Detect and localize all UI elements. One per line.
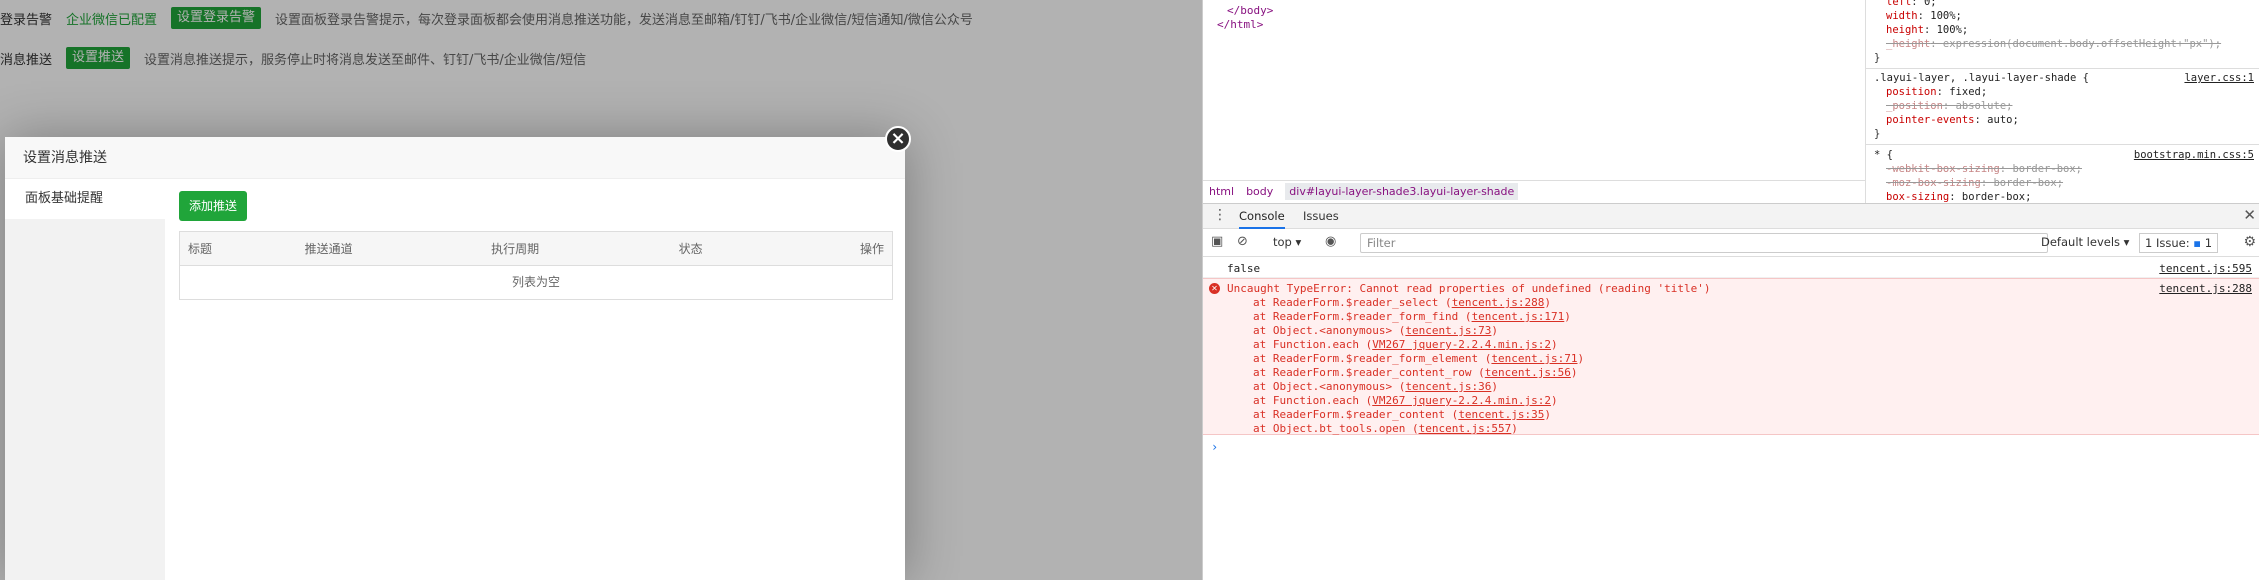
console-settings-gear-icon[interactable]: ⚙ bbox=[2243, 234, 2256, 250]
style-prop[interactable]: pointer-events: auto; bbox=[1886, 114, 2019, 126]
web-page: 登录告警 企业微信已配置 设置登录告警 设置面板登录告警提示，每次登录面板都会使… bbox=[0, 0, 1202, 580]
column-header-channel: 推送通道 bbox=[304, 242, 353, 256]
issues-counter-button[interactable]: 1 Issue: ▪ 1 bbox=[2139, 233, 2219, 253]
style-prop[interactable]: height: 100%; bbox=[1886, 24, 1968, 36]
stack-frame: at ReaderForm.$reader_form_element (tenc… bbox=[1253, 352, 1585, 365]
live-expression-eye-icon[interactable]: ◉ bbox=[1325, 235, 1336, 249]
stack-frame: at Object.<anonymous> (tencent.js:73) bbox=[1253, 324, 1499, 337]
breadcrumb-body[interactable]: body bbox=[1246, 185, 1273, 198]
table-header: 标题 推送通道 执行周期 状态 操作 bbox=[180, 232, 892, 266]
stack-frame-link[interactable]: VM267 jquery-2.2.4.min.js:2 bbox=[1372, 394, 1551, 407]
code-line-body-close[interactable]: </body> bbox=[1227, 4, 1273, 17]
style-prop[interactable]: position: fixed; bbox=[1886, 86, 1987, 98]
error-icon: ✕ bbox=[1209, 283, 1220, 294]
log-levels-select[interactable]: Default levels ▾ bbox=[2041, 235, 2129, 249]
log-source-link[interactable]: tencent.js:595 bbox=[2159, 262, 2252, 275]
style-prop[interactable]: left: 0; bbox=[1886, 0, 1937, 8]
sidebar-item-panel-basic-alert[interactable]: 面板基础提醒 bbox=[5, 179, 165, 219]
push-table: 标题 推送通道 执行周期 状态 操作 列表为空 bbox=[179, 231, 893, 300]
style-prop-overridden[interactable]: -webkit-box-sizing: border-box; bbox=[1886, 163, 2082, 175]
breadcrumb-html[interactable]: html bbox=[1209, 185, 1234, 198]
dialog-main: 添加推送 标题 推送通道 执行周期 状态 操作 列表为空 bbox=[179, 191, 895, 300]
stack-frame-link[interactable]: tencent.js:557 bbox=[1419, 422, 1512, 435]
styles-pane: left: 0; width: 100%; height: 100%; _hei… bbox=[1865, 0, 2259, 203]
style-close-brace: } bbox=[1874, 128, 1881, 140]
stack-frame-link[interactable]: tencent.js:35 bbox=[1458, 408, 1544, 421]
style-source-link[interactable]: bootstrap.min.css:5 bbox=[2134, 149, 2254, 161]
drawer-tabs: ⋮ Console Issues ✕ bbox=[1203, 203, 2259, 229]
dialog-title: 设置消息推送 bbox=[5, 137, 905, 179]
empty-list-text: 列表为空 bbox=[511, 275, 560, 289]
code-line-html-close[interactable]: </html> bbox=[1217, 18, 1263, 31]
console-error-row: ✕ Uncaught TypeError: Cannot read proper… bbox=[1203, 278, 2259, 435]
devtools-panel: </body> </html> html body div#layui-laye… bbox=[1202, 0, 2259, 580]
page-scrollbar[interactable] bbox=[1186, 0, 1202, 580]
dom-breadcrumb: html body div#layui-layer-shade3.layui-l… bbox=[1203, 180, 1865, 202]
stack-frame: at Function.each (VM267 jquery-2.2.4.min… bbox=[1253, 394, 1558, 407]
console-log-row: false tencent.js:595 bbox=[1203, 257, 2259, 278]
stack-frame: at ReaderForm.$reader_content (tencent.j… bbox=[1253, 408, 1552, 421]
more-menu-icon[interactable]: ⋮ bbox=[1213, 208, 1227, 222]
stack-frame: at ReaderForm.$reader_content_row (tence… bbox=[1253, 366, 1578, 379]
breadcrumb-shade-div[interactable]: div#layui-layer-shade3.layui-layer-shade bbox=[1285, 183, 1519, 200]
dialog-close-icon[interactable]: × bbox=[885, 126, 911, 152]
stack-frame: at Object.bt_tools.open (tencent.js:557) bbox=[1253, 422, 1518, 435]
column-header-title: 标题 bbox=[188, 242, 213, 256]
style-prop[interactable]: width: 100%; bbox=[1886, 10, 1962, 22]
style-selector[interactable]: * { bbox=[1874, 149, 1893, 161]
style-prop-overridden[interactable]: -moz-box-sizing: border-box; bbox=[1886, 177, 2063, 189]
stack-frame-link[interactable]: tencent.js:71 bbox=[1491, 352, 1577, 365]
style-close-brace: } bbox=[1874, 52, 1881, 64]
filter-input[interactable]: Filter bbox=[1360, 233, 2048, 253]
column-header-cycle: 执行周期 bbox=[491, 242, 540, 256]
style-source-link[interactable]: layer.css:1 bbox=[2184, 72, 2254, 84]
style-selector[interactable]: .layui-layer, .layui-layer-shade { bbox=[1874, 72, 2089, 84]
dialog-sidebar: 面板基础提醒 bbox=[5, 179, 165, 580]
tab-console[interactable]: Console bbox=[1239, 204, 1285, 229]
stack-frame-link[interactable]: tencent.js:171 bbox=[1472, 310, 1565, 323]
error-message[interactable]: Uncaught TypeError: Cannot read properti… bbox=[1227, 282, 1710, 295]
add-push-button[interactable]: 添加推送 bbox=[179, 191, 248, 221]
issue-badge-icon: ▪ bbox=[2193, 236, 2202, 250]
style-prop-overridden[interactable]: _position: absolute; bbox=[1886, 100, 2012, 112]
close-drawer-icon[interactable]: ✕ bbox=[2243, 206, 2256, 224]
stack-frame-link[interactable]: tencent.js:73 bbox=[1405, 324, 1491, 337]
style-prop[interactable]: box-sizing: border-box; bbox=[1886, 191, 2031, 203]
stack-frame-link[interactable]: tencent.js:36 bbox=[1405, 380, 1491, 393]
stack-frame-link[interactable]: VM267 jquery-2.2.4.min.js:2 bbox=[1372, 338, 1551, 351]
style-prop-overridden[interactable]: _height: expression(document.body.offset… bbox=[1886, 38, 2221, 50]
stack-frame: at Function.each (VM267 jquery-2.2.4.min… bbox=[1253, 338, 1558, 351]
stack-frame: at Object.<anonymous> (tencent.js:36) bbox=[1253, 380, 1499, 393]
column-header-status: 状态 bbox=[678, 242, 703, 256]
stack-frame: at ReaderForm.$reader_form_find (tencent… bbox=[1253, 310, 1571, 323]
clear-console-icon[interactable]: ⊘ bbox=[1237, 235, 1248, 249]
console-prompt-icon[interactable]: › bbox=[1211, 440, 1218, 454]
stack-frame: at ReaderForm.$reader_select (tencent.js… bbox=[1253, 296, 1552, 309]
console-toolbar: ▣ ⊘ top ▾ ◉ Filter Default levels ▾ 1 Is… bbox=[1203, 229, 2259, 257]
log-message: false bbox=[1227, 262, 1261, 275]
sidebar-toggle-icon[interactable]: ▣ bbox=[1211, 235, 1223, 249]
push-settings-dialog: 设置消息推送 面板基础提醒 添加推送 标题 推送通道 执行周期 状态 操作 列表… bbox=[5, 137, 905, 580]
error-source-link[interactable]: tencent.js:288 bbox=[2159, 282, 2252, 295]
context-select[interactable]: top ▾ bbox=[1273, 235, 1301, 249]
column-header-actions: 操作 bbox=[859, 242, 884, 256]
stack-frame-link[interactable]: tencent.js:56 bbox=[1485, 366, 1571, 379]
elements-tree: </body> </html> bbox=[1203, 0, 1865, 180]
stack-frame-link[interactable]: tencent.js:288 bbox=[1452, 296, 1545, 309]
tab-issues[interactable]: Issues bbox=[1303, 204, 1339, 229]
